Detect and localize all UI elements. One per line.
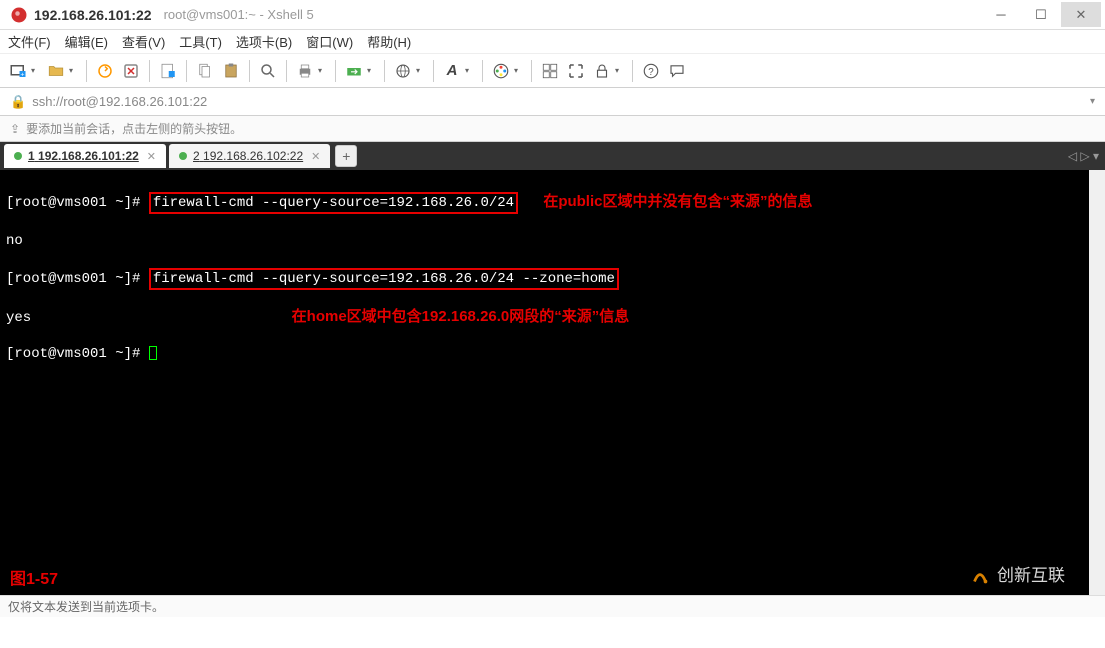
minimize-button[interactable]: ─ — [981, 2, 1021, 27]
menubar: 文件(F) 编辑(E) 查看(V) 工具(T) 选项卡(B) 窗口(W) 帮助(… — [0, 30, 1105, 54]
tab-index: 2 — [193, 149, 200, 163]
dropdown-icon[interactable]: ▾ — [514, 66, 522, 75]
separator — [249, 60, 250, 82]
window-subtitle: root@vms001:~ - Xshell 5 — [164, 7, 314, 22]
menu-tools[interactable]: 工具(T) — [179, 32, 222, 51]
tab-index: 1 — [28, 149, 35, 163]
menu-window[interactable]: 窗口(W) — [306, 32, 353, 51]
toolbar: + ▾ ▾ ▾ ▾ ▾ A ▾ ▾ ▾ ? — [0, 54, 1105, 88]
watermark-text: 创新互联 — [997, 567, 1065, 585]
maximize-button[interactable]: ☐ — [1021, 2, 1061, 27]
tab-close-button[interactable]: ✕ — [147, 150, 156, 163]
print-button[interactable] — [293, 59, 317, 83]
watermark: 创新互联 — [969, 565, 1065, 587]
titlebar: 192.168.26.101:22 root@vms001:~ - Xshell… — [0, 0, 1105, 30]
disconnect-button[interactable] — [119, 59, 143, 83]
globe-button[interactable] — [391, 59, 415, 83]
layout-button[interactable] — [538, 59, 562, 83]
tab-nav[interactable]: ◁ ▷ ▾ — [1068, 149, 1099, 163]
new-session-button[interactable]: + — [6, 59, 30, 83]
hint-arrow-icon[interactable]: ⇪ — [10, 122, 20, 136]
color-button[interactable] — [489, 59, 513, 83]
fullscreen-button[interactable] — [564, 59, 588, 83]
lock-button[interactable] — [590, 59, 614, 83]
separator — [433, 60, 434, 82]
separator — [482, 60, 483, 82]
address-url: ssh://root@192.168.26.101:22 — [32, 94, 207, 109]
status-dot-icon — [14, 152, 22, 160]
menu-edit[interactable]: 编辑(E) — [65, 32, 108, 51]
separator — [531, 60, 532, 82]
statusbar: 仅将文本发送到当前选项卡。 — [0, 595, 1105, 617]
separator — [632, 60, 633, 82]
session-tab[interactable]: 2 192.168.26.102:22 ✕ — [169, 144, 330, 168]
annotation-text: 在home区域中包含192.168.26.0网段的“来源”信息 — [292, 308, 630, 325]
status-text: 仅将文本发送到当前选项卡。 — [8, 598, 164, 615]
separator — [86, 60, 87, 82]
separator — [384, 60, 385, 82]
app-icon — [10, 6, 28, 24]
dropdown-icon[interactable]: ▾ — [31, 66, 39, 75]
tab-label: 192.168.26.102:22 — [203, 149, 303, 163]
prompt: [root@vms001 ~]# — [6, 346, 149, 362]
dropdown-icon[interactable]: ▾ — [367, 66, 375, 75]
addressbar[interactable]: 🔒 ssh://root@192.168.26.101:22 ▾ — [0, 88, 1105, 116]
xftp-button[interactable] — [342, 59, 366, 83]
dropdown-icon[interactable]: ▾ — [615, 66, 623, 75]
separator — [286, 60, 287, 82]
dropdown-icon[interactable]: ▾ — [416, 66, 424, 75]
cursor-icon — [149, 346, 157, 360]
dropdown-icon[interactable]: ▾ — [1090, 96, 1095, 107]
window-title: 192.168.26.101:22 — [34, 7, 152, 23]
terminal-output: yes — [6, 310, 31, 326]
reconnect-button[interactable] — [93, 59, 117, 83]
dropdown-icon[interactable]: ▾ — [318, 66, 326, 75]
copy-button[interactable] — [193, 59, 217, 83]
hint-text: 要添加当前会话，点击左侧的箭头按钮。 — [26, 120, 242, 137]
font-button[interactable]: A — [440, 59, 464, 83]
hint-bar: ⇪ 要添加当前会话，点击左侧的箭头按钮。 — [0, 116, 1105, 142]
prompt: [root@vms001 ~]# — [6, 271, 149, 287]
watermark-logo-icon — [969, 565, 991, 587]
highlighted-command: firewall-cmd --query-source=192.168.26.0… — [149, 268, 619, 290]
highlighted-command: firewall-cmd --query-source=192.168.26.0… — [149, 192, 518, 214]
window-controls: ─ ☐ ✕ — [981, 2, 1101, 27]
find-button[interactable] — [256, 59, 280, 83]
prompt: [root@vms001 ~]# — [6, 195, 149, 211]
separator — [186, 60, 187, 82]
session-tab[interactable]: 1 192.168.26.101:22 ✕ — [4, 144, 166, 168]
tab-close-button[interactable]: ✕ — [311, 150, 320, 163]
add-tab-button[interactable]: + — [335, 145, 357, 167]
menu-tabs[interactable]: 选项卡(B) — [236, 32, 292, 51]
separator — [335, 60, 336, 82]
close-button[interactable]: ✕ — [1061, 2, 1101, 27]
terminal-output: no — [6, 232, 1083, 250]
tab-bar: 1 192.168.26.101:22 ✕ 2 192.168.26.102:2… — [0, 142, 1105, 170]
svg-text:?: ? — [648, 66, 654, 77]
dropdown-icon[interactable]: ▾ — [465, 66, 473, 75]
figure-label: 图1-57 — [10, 571, 58, 589]
separator — [149, 60, 150, 82]
terminal[interactable]: [root@vms001 ~]# firewall-cmd --query-so… — [0, 170, 1105, 595]
svg-text:+: + — [21, 71, 25, 78]
help-button[interactable]: ? — [639, 59, 663, 83]
menu-view[interactable]: 查看(V) — [122, 32, 165, 51]
menu-file[interactable]: 文件(F) — [8, 32, 51, 51]
dropdown-icon[interactable]: ▾ — [69, 66, 77, 75]
menu-help[interactable]: 帮助(H) — [367, 32, 411, 51]
paste-button[interactable] — [219, 59, 243, 83]
lock-icon: 🔒 — [10, 94, 26, 110]
chat-button[interactable] — [665, 59, 689, 83]
status-dot-icon — [179, 152, 187, 160]
properties-button[interactable] — [156, 59, 180, 83]
open-button[interactable] — [44, 59, 68, 83]
tab-label: 192.168.26.101:22 — [38, 149, 139, 163]
annotation-text: 在public区域中并没有包含“来源”的信息 — [543, 193, 812, 210]
